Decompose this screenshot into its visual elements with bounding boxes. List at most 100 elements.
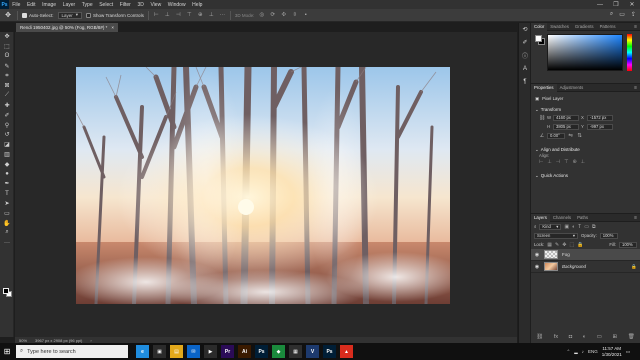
add-mask-icon[interactable]: ◘: [569, 334, 572, 340]
3d-orbit-icon[interactable]: ◎: [258, 12, 265, 18]
height-field[interactable]: 3805 px: [553, 123, 579, 130]
x-field[interactable]: -1572 px: [587, 114, 613, 121]
taskbar-app-icon[interactable]: e: [136, 345, 149, 358]
path-select-tool-icon[interactable]: ➤: [0, 199, 14, 209]
minimize-button[interactable]: —: [592, 0, 608, 9]
align-bottom-icon[interactable]: ⊥: [581, 159, 585, 166]
rectangle-tool-icon[interactable]: ▭: [0, 208, 14, 218]
hand-tool-icon[interactable]: ✋: [0, 218, 14, 228]
filter-shape-icon[interactable]: ▭: [584, 224, 589, 230]
menu-select[interactable]: Select: [96, 2, 117, 8]
eye-icon[interactable]: ◉: [534, 252, 540, 258]
move-tool-icon[interactable]: ✥: [3, 11, 13, 20]
tab-patterns[interactable]: Patterns: [597, 23, 619, 31]
taskbar-app-icon[interactable]: Ps: [323, 345, 336, 358]
panel-menu-icon[interactable]: ≡: [634, 215, 640, 221]
clock[interactable]: 11:57 AM 1/30/2021: [602, 346, 622, 358]
blur-tool-icon[interactable]: ◆: [0, 159, 14, 169]
layer-background[interactable]: ◉ Background 🔒: [531, 261, 640, 273]
align-vcenter-icon[interactable]: ⊕: [572, 159, 576, 166]
lock-artboard-icon[interactable]: ⬚: [569, 242, 574, 248]
3d-scale-icon[interactable]: ▪: [302, 12, 309, 18]
filter-kind-select[interactable]: Kind ▾: [539, 223, 562, 230]
language-indicator[interactable]: ENG: [588, 349, 598, 354]
align-middle-icon[interactable]: ⊕: [197, 12, 204, 18]
menu-image[interactable]: Image: [39, 2, 60, 8]
zoom-level[interactable]: 50%: [19, 338, 27, 343]
frame-tool-icon[interactable]: ⊠: [0, 81, 14, 91]
align-hcenter-icon[interactable]: ⊥: [547, 159, 551, 166]
filter-type-icon[interactable]: T: [578, 224, 581, 230]
pen-tool-icon[interactable]: ✒: [0, 179, 14, 189]
link-layers-icon[interactable]: ⛓: [536, 334, 543, 340]
eyedropper-tool-icon[interactable]: ⟋: [0, 91, 14, 101]
hue-slider[interactable]: [627, 34, 632, 71]
filter-smart-icon[interactable]: ⧉: [592, 224, 596, 230]
lock-icon[interactable]: 🔒: [631, 264, 637, 270]
tab-swatches[interactable]: Swatches: [547, 23, 572, 31]
chevron-up-icon[interactable]: ⌃: [566, 349, 570, 355]
tab-paths[interactable]: Paths: [574, 214, 591, 222]
foreground-color-chip[interactable]: [535, 35, 542, 42]
fx-icon[interactable]: fx: [554, 334, 558, 340]
flip-horizontal-icon[interactable]: ⇋: [567, 133, 574, 139]
align-right-icon[interactable]: ⊣: [175, 12, 182, 18]
3d-roll-icon[interactable]: ⟳: [269, 12, 276, 18]
dodge-tool-icon[interactable]: ●: [0, 169, 14, 179]
link-icon[interactable]: ⛓: [539, 115, 545, 121]
fill-field[interactable]: 100%: [619, 241, 637, 248]
info-icon[interactable]: ⓘ: [519, 49, 531, 62]
taskbar-app-icon[interactable]: ▤: [170, 345, 183, 358]
width-field[interactable]: 4160 px: [553, 114, 579, 121]
menu-edit[interactable]: Edit: [24, 2, 39, 8]
menu-window[interactable]: Window: [164, 2, 188, 8]
transform-section-header[interactable]: ⌄ Transform: [535, 106, 636, 113]
taskbar-app-icon[interactable]: ◆: [272, 345, 285, 358]
more-options-icon[interactable]: ···: [219, 12, 226, 18]
taskbar-app-icon[interactable]: ▲: [340, 345, 353, 358]
brush-settings-icon[interactable]: ✐: [519, 36, 531, 49]
taskbar-app-icon[interactable]: ✉: [187, 345, 200, 358]
new-layer-icon[interactable]: ⊞: [612, 334, 617, 340]
panel-menu-icon[interactable]: ≡: [634, 85, 640, 91]
history-icon[interactable]: ⟲: [519, 23, 531, 36]
windows-start-icon[interactable]: ⊞: [0, 343, 14, 360]
tab-properties[interactable]: Properties: [531, 83, 557, 92]
healing-tool-icon[interactable]: ✚: [0, 101, 14, 111]
3d-slide-icon[interactable]: ⇳: [291, 12, 298, 18]
taskbar-app-icon[interactable]: V: [306, 345, 319, 358]
taskbar-app-icon[interactable]: ▶: [204, 345, 217, 358]
align-top-icon[interactable]: ⊤: [186, 12, 193, 18]
filter-adjustment-icon[interactable]: ◐: [572, 224, 575, 230]
blend-mode-select[interactable]: Screen ▾: [534, 232, 578, 239]
panel-menu-icon[interactable]: ≡: [634, 24, 640, 30]
trash-icon[interactable]: 🗑: [628, 334, 635, 340]
align-right-icon[interactable]: ⊣: [556, 159, 560, 166]
tab-color[interactable]: Color: [531, 22, 548, 31]
menu-filter[interactable]: Filter: [116, 2, 134, 8]
auto-select-target-select[interactable]: Layer ▾: [57, 11, 83, 19]
document-canvas-image[interactable]: [76, 67, 450, 304]
tab-gradients[interactable]: Gradients: [572, 23, 597, 31]
menu-layer[interactable]: Layer: [59, 2, 78, 8]
auto-select-checkbox[interactable]: Auto-Select:: [22, 12, 54, 18]
align-left-icon[interactable]: ⊢: [539, 159, 543, 166]
close-button[interactable]: ✕: [624, 0, 640, 9]
chevron-right-icon[interactable]: ›: [90, 338, 91, 343]
new-group-icon[interactable]: ▭: [597, 334, 602, 340]
align-bottom-icon[interactable]: ⊥: [208, 12, 215, 18]
crop-tool-icon[interactable]: ⌗: [0, 71, 14, 81]
volume-icon[interactable]: ♪: [582, 349, 584, 354]
menu-view[interactable]: View: [147, 2, 164, 8]
taskbar-app-icon[interactable]: ▣: [153, 345, 166, 358]
taskbar-app-icon[interactable]: Pr: [221, 345, 234, 358]
eye-icon[interactable]: ◉: [534, 264, 540, 270]
adjustment-layer-icon[interactable]: ◐: [583, 334, 586, 340]
3d-pan-icon[interactable]: ✣: [280, 12, 287, 18]
restore-button[interactable]: ❐: [608, 0, 624, 9]
tab-layers[interactable]: Layers: [531, 213, 550, 222]
foreground-color-swatch[interactable]: [3, 288, 9, 294]
taskbar-app-icon[interactable]: Ai: [238, 345, 251, 358]
quick-actions-header[interactable]: ⌄ Quick Actions: [535, 172, 636, 179]
tab-channels[interactable]: Channels: [550, 214, 574, 222]
